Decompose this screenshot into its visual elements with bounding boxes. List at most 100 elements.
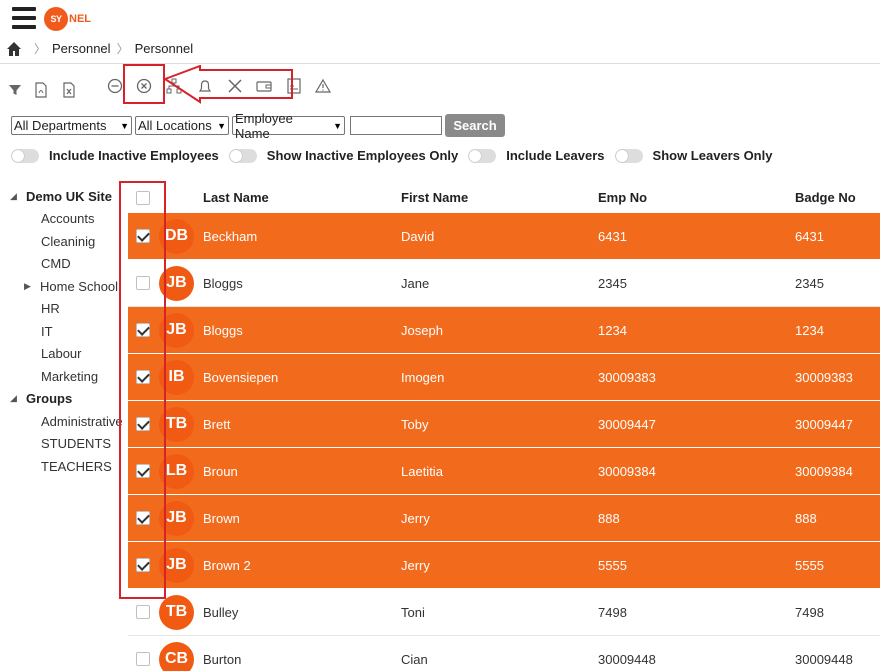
tree-item[interactable]: STUDENTS (10, 433, 122, 456)
cell-emp-no: 888 (598, 510, 620, 526)
table-row[interactable]: JB Bloggs Joseph 1234 1234 (128, 307, 880, 354)
avatar: DB (159, 218, 194, 254)
breadcrumb-item[interactable]: Personnel (52, 41, 111, 56)
cell-emp-no: 30009383 (598, 369, 656, 385)
row-checkbox[interactable] (136, 558, 150, 572)
toggle-bar: Include Inactive Employees Show Inactive… (11, 148, 782, 163)
cell-emp-no: 30009448 (598, 651, 656, 667)
home-icon[interactable] (6, 41, 22, 57)
toggle-include-inactive[interactable]: Include Inactive Employees (11, 148, 219, 163)
cell-last-name: Brown 2 (203, 557, 251, 573)
collapse-triangle-icon[interactable]: ◢ (10, 393, 26, 404)
department-select-value: All Departments (14, 118, 107, 133)
toggle-label: Include Inactive Employees (49, 148, 219, 163)
tree-item[interactable]: Labour (10, 343, 122, 366)
cell-emp-no: 2345 (598, 275, 627, 291)
table-row[interactable]: CB Burton Cian 30009448 30009448 (128, 636, 880, 671)
id-card-icon[interactable] (285, 77, 303, 95)
filter-icon[interactable] (6, 81, 24, 99)
toggle-switch[interactable] (228, 148, 257, 163)
menu-icon[interactable] (12, 7, 36, 29)
tree-item[interactable]: Administrative (10, 410, 122, 433)
toggle-switch[interactable] (614, 148, 643, 163)
column-header-emp-no[interactable]: Emp No (598, 190, 647, 205)
cell-last-name: Broun (203, 463, 238, 479)
toggle-include-leavers[interactable]: Include Leavers (468, 148, 605, 163)
cell-first-name: Jerry (401, 557, 430, 573)
row-checkbox[interactable] (136, 417, 150, 431)
row-checkbox[interactable] (136, 464, 150, 478)
row-checkbox[interactable] (136, 652, 150, 666)
tree-item[interactable]: Accounts (10, 208, 122, 231)
x-circle-icon[interactable] (135, 77, 153, 95)
search-input[interactable] (350, 116, 442, 135)
tree-item[interactable]: HR (10, 298, 122, 321)
table-row[interactable]: LB Broun Laetitia 30009384 30009384 (128, 448, 880, 495)
table-row[interactable]: JB Brown 2 Jerry 5555 5555 (128, 542, 880, 589)
row-checkbox[interactable] (136, 605, 150, 619)
row-checkbox[interactable] (136, 370, 150, 384)
tree-item[interactable]: TEACHERS (10, 455, 122, 478)
org-chart-icon[interactable] (165, 77, 183, 95)
minus-circle-icon[interactable] (106, 77, 124, 95)
bell-icon[interactable] (196, 77, 214, 95)
cell-emp-no: 30009447 (598, 416, 656, 432)
table-row[interactable]: JB Brown Jerry 888 888 (128, 495, 880, 542)
pdf-icon[interactable] (32, 81, 50, 99)
column-header-badge-no[interactable]: Badge No (795, 190, 856, 205)
table-row[interactable]: DB Beckham David 6431 6431 (128, 213, 880, 260)
collapse-triangle-icon[interactable]: ◢ (10, 191, 26, 202)
row-checkbox[interactable] (136, 276, 150, 290)
tree-item[interactable]: ▶ Home School (10, 275, 122, 298)
avatar: TB (159, 406, 194, 442)
toggle-label: Show Inactive Employees Only (266, 148, 459, 163)
column-header-last-name[interactable]: Last Name (203, 190, 269, 205)
row-checkbox[interactable] (136, 511, 150, 525)
sort-select[interactable]: Employee Name ▼ (232, 111, 345, 141)
avatar: TB (159, 594, 194, 630)
toggle-leavers-only[interactable]: Show Leavers Only (614, 148, 772, 163)
select-all-checkbox[interactable] (136, 190, 150, 205)
row-checkbox[interactable] (136, 229, 150, 243)
cell-emp-no: 6431 (598, 228, 627, 244)
table-row[interactable]: TB Bulley Toni 7498 7498 (128, 589, 880, 636)
wallet-icon[interactable] (255, 77, 273, 95)
column-header-first-name[interactable]: First Name (401, 190, 468, 205)
tree-item[interactable]: IT (10, 320, 122, 343)
department-select[interactable]: All Departments ▼ (11, 116, 132, 135)
cell-last-name: Bulley (203, 604, 239, 620)
cell-first-name: Jane (401, 275, 430, 291)
tree-groups-node[interactable]: ◢ Groups (10, 388, 122, 411)
tree-site-node[interactable]: ◢ Demo UK Site (10, 185, 122, 208)
tools-icon[interactable] (226, 77, 244, 95)
search-button[interactable]: Search (445, 114, 505, 137)
toggle-inactive-only[interactable]: Show Inactive Employees Only (228, 148, 459, 163)
table-row[interactable]: IB Bovensiepen Imogen 30009383 30009383 (128, 354, 880, 401)
tree-item[interactable]: Cleaninig (10, 230, 122, 253)
cell-first-name: Joseph (401, 322, 443, 338)
grid-body: DB Beckham David 6431 6431 JB Bloggs Jane 2345 23… (128, 213, 880, 671)
alert-icon[interactable] (314, 77, 332, 95)
table-row[interactable]: JB Bloggs Jane 2345 2345 (128, 260, 880, 307)
chevron-down-icon: ▼ (120, 120, 129, 131)
avatar: LB (159, 453, 194, 489)
table-row[interactable]: TB Brett Toby 30009447 30009447 (128, 401, 880, 448)
excel-icon[interactable] (60, 81, 78, 99)
toggle-switch[interactable] (468, 148, 497, 163)
avatar: JB (159, 312, 194, 348)
avatar: IB (159, 359, 194, 395)
cell-last-name: Burton (203, 651, 242, 667)
breadcrumb: 〉 Personnel 〉 Personnel (6, 40, 193, 57)
cell-badge-no: 888 (795, 510, 817, 526)
cell-badge-no: 1234 (795, 322, 824, 338)
cell-emp-no: 5555 (598, 557, 627, 573)
breadcrumb-separator: 〉 (34, 42, 47, 56)
toggle-switch[interactable] (11, 148, 39, 163)
logo: SY NEL (44, 7, 91, 31)
row-checkbox[interactable] (136, 323, 150, 337)
cell-first-name: Jerry (401, 510, 430, 526)
tree-item[interactable]: CMD (10, 253, 122, 276)
tree-item[interactable]: Marketing (10, 365, 122, 388)
location-select[interactable]: All Locations ▼ (135, 116, 229, 135)
expand-triangle-icon[interactable]: ▶ (24, 281, 40, 292)
